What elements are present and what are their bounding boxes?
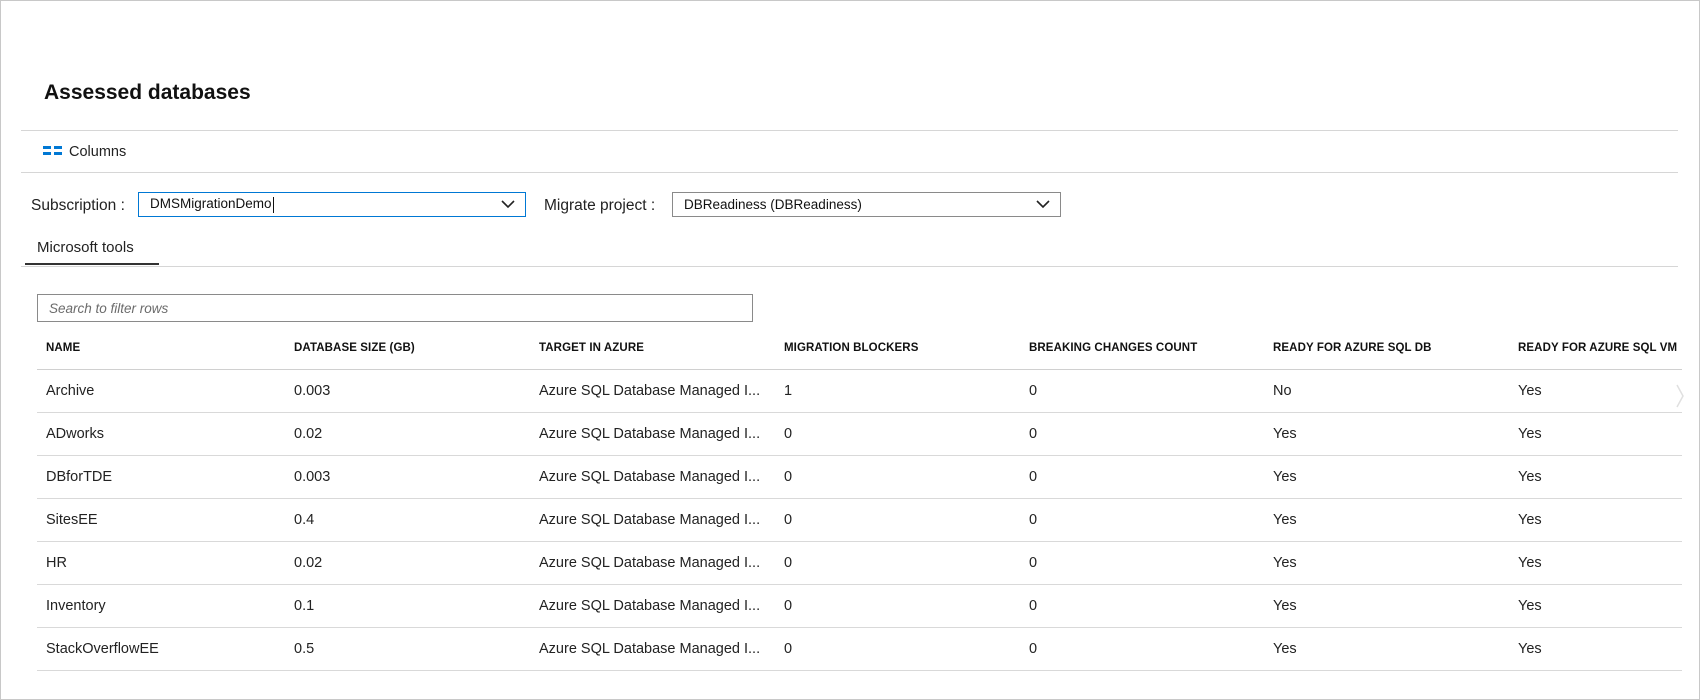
- subscription-value: DMSMigrationDemo: [150, 196, 272, 212]
- cell-breaking-changes: 0: [1029, 469, 1038, 485]
- cell-migration-blockers: 0: [784, 512, 793, 528]
- chevron-down-icon[interactable]: [497, 200, 519, 209]
- cell-name: DBforTDE: [46, 469, 113, 485]
- cell-target-in-azure: Azure SQL Database Managed I...: [539, 598, 761, 614]
- cell-ready-sql-vm: Yes: [1518, 383, 1542, 399]
- table-row[interactable]: SitesEE 0.4 Azure SQL Database Managed I…: [37, 499, 1682, 542]
- table-row[interactable]: DBforTDE 0.003 Azure SQL Database Manage…: [37, 456, 1682, 499]
- chevron-down-icon[interactable]: [1032, 200, 1054, 209]
- subscription-label: Subscription :: [31, 197, 125, 214]
- cell-name: ADworks: [46, 426, 105, 442]
- cell-name: Archive: [46, 383, 95, 399]
- table-row[interactable]: Archive 0.003 Azure SQL Database Managed…: [37, 370, 1682, 413]
- column-header-database-size[interactable]: DATABASE SIZE (GB): [294, 327, 524, 369]
- cell-ready-sql-vm: Yes: [1518, 512, 1542, 528]
- cell-breaking-changes: 0: [1029, 598, 1038, 614]
- cell-target-in-azure: Azure SQL Database Managed I...: [539, 555, 761, 571]
- column-header-target-in-azure[interactable]: TARGET IN AZURE: [539, 327, 774, 369]
- cell-ready-sql-db: Yes: [1273, 598, 1297, 614]
- cell-ready-sql-vm: Yes: [1518, 426, 1542, 442]
- text-cursor: [272, 196, 274, 213]
- cell-migration-blockers: 0: [784, 555, 793, 571]
- cell-name: HR: [46, 555, 67, 571]
- tab-microsoft-tools[interactable]: Microsoft tools: [25, 235, 159, 265]
- divider-toolbar: [21, 172, 1678, 173]
- cell-ready-sql-db: Yes: [1273, 512, 1297, 528]
- cell-database-size: 0.003: [294, 383, 331, 399]
- cell-migration-blockers: 0: [784, 641, 793, 657]
- table-header: NAME DATABASE SIZE (GB) TARGET IN AZURE …: [37, 327, 1682, 370]
- cell-migration-blockers: 1: [784, 383, 793, 399]
- assessed-databases-table: NAME DATABASE SIZE (GB) TARGET IN AZURE …: [37, 327, 1682, 671]
- page-title: Assessed databases: [44, 81, 251, 104]
- cell-breaking-changes: 0: [1029, 641, 1038, 657]
- cell-target-in-azure: Azure SQL Database Managed I...: [539, 383, 761, 399]
- cell-name: SitesEE: [46, 512, 98, 528]
- divider-tabs: [21, 266, 1678, 267]
- cell-database-size: 0.02: [294, 426, 323, 442]
- cell-ready-sql-db: Yes: [1273, 555, 1297, 571]
- migrate-project-value: DBReadiness (DBReadiness): [684, 197, 862, 212]
- cell-migration-blockers: 0: [784, 426, 793, 442]
- column-header-ready-sql-vm[interactable]: READY FOR AZURE SQL VM: [1518, 327, 1678, 369]
- column-header-name[interactable]: NAME: [46, 327, 276, 369]
- cell-breaking-changes: 0: [1029, 555, 1038, 571]
- cell-migration-blockers: 0: [784, 598, 793, 614]
- cell-ready-sql-vm: Yes: [1518, 641, 1542, 657]
- cell-ready-sql-db: No: [1273, 383, 1292, 399]
- cell-ready-sql-db: Yes: [1273, 469, 1297, 485]
- table-row[interactable]: HR 0.02 Azure SQL Database Managed I... …: [37, 542, 1682, 585]
- migrate-project-dropdown[interactable]: DBReadiness (DBReadiness): [672, 192, 1061, 217]
- column-header-breaking-changes[interactable]: BREAKING CHANGES COUNT: [1029, 327, 1259, 369]
- cell-database-size: 0.02: [294, 555, 323, 571]
- cell-name: Inventory: [46, 598, 106, 614]
- column-header-migration-blockers[interactable]: MIGRATION BLOCKERS: [784, 327, 1014, 369]
- assessed-databases-panel: Assessed databases Columns Subscription …: [0, 0, 1700, 700]
- table-row[interactable]: StackOverflowEE 0.5 Azure SQL Database M…: [37, 628, 1682, 671]
- table-row[interactable]: Inventory 0.1 Azure SQL Database Managed…: [37, 585, 1682, 628]
- cell-target-in-azure: Azure SQL Database Managed I...: [539, 641, 761, 657]
- cell-database-size: 0.4: [294, 512, 315, 528]
- column-header-ready-sql-db[interactable]: READY FOR AZURE SQL DB: [1273, 327, 1503, 369]
- chevron-right-icon[interactable]: [1675, 381, 1685, 411]
- table-row[interactable]: ADworks 0.02 Azure SQL Database Managed …: [37, 413, 1682, 456]
- divider-top: [21, 130, 1678, 131]
- cell-database-size: 0.003: [294, 469, 331, 485]
- cell-breaking-changes: 0: [1029, 383, 1038, 399]
- cell-migration-blockers: 0: [784, 469, 793, 485]
- cell-name: StackOverflowEE: [46, 641, 159, 657]
- cell-breaking-changes: 0: [1029, 512, 1038, 528]
- cell-target-in-azure: Azure SQL Database Managed I...: [539, 512, 761, 528]
- columns-icon: [43, 146, 62, 155]
- cell-target-in-azure: Azure SQL Database Managed I...: [539, 426, 761, 442]
- subscription-dropdown[interactable]: DMSMigrationDemo: [138, 192, 526, 217]
- cell-breaking-changes: 0: [1029, 426, 1038, 442]
- cell-target-in-azure: Azure SQL Database Managed I...: [539, 469, 761, 485]
- columns-button[interactable]: Columns: [43, 142, 126, 162]
- columns-button-label: Columns: [69, 144, 127, 160]
- cell-ready-sql-vm: Yes: [1518, 469, 1542, 485]
- cell-ready-sql-db: Yes: [1273, 641, 1297, 657]
- migrate-project-label: Migrate project :: [544, 197, 656, 214]
- cell-database-size: 0.5: [294, 641, 315, 657]
- cell-ready-sql-vm: Yes: [1518, 598, 1542, 614]
- cell-ready-sql-vm: Yes: [1518, 555, 1542, 571]
- cell-ready-sql-db: Yes: [1273, 426, 1297, 442]
- cell-database-size: 0.1: [294, 598, 315, 614]
- search-input[interactable]: [37, 294, 753, 322]
